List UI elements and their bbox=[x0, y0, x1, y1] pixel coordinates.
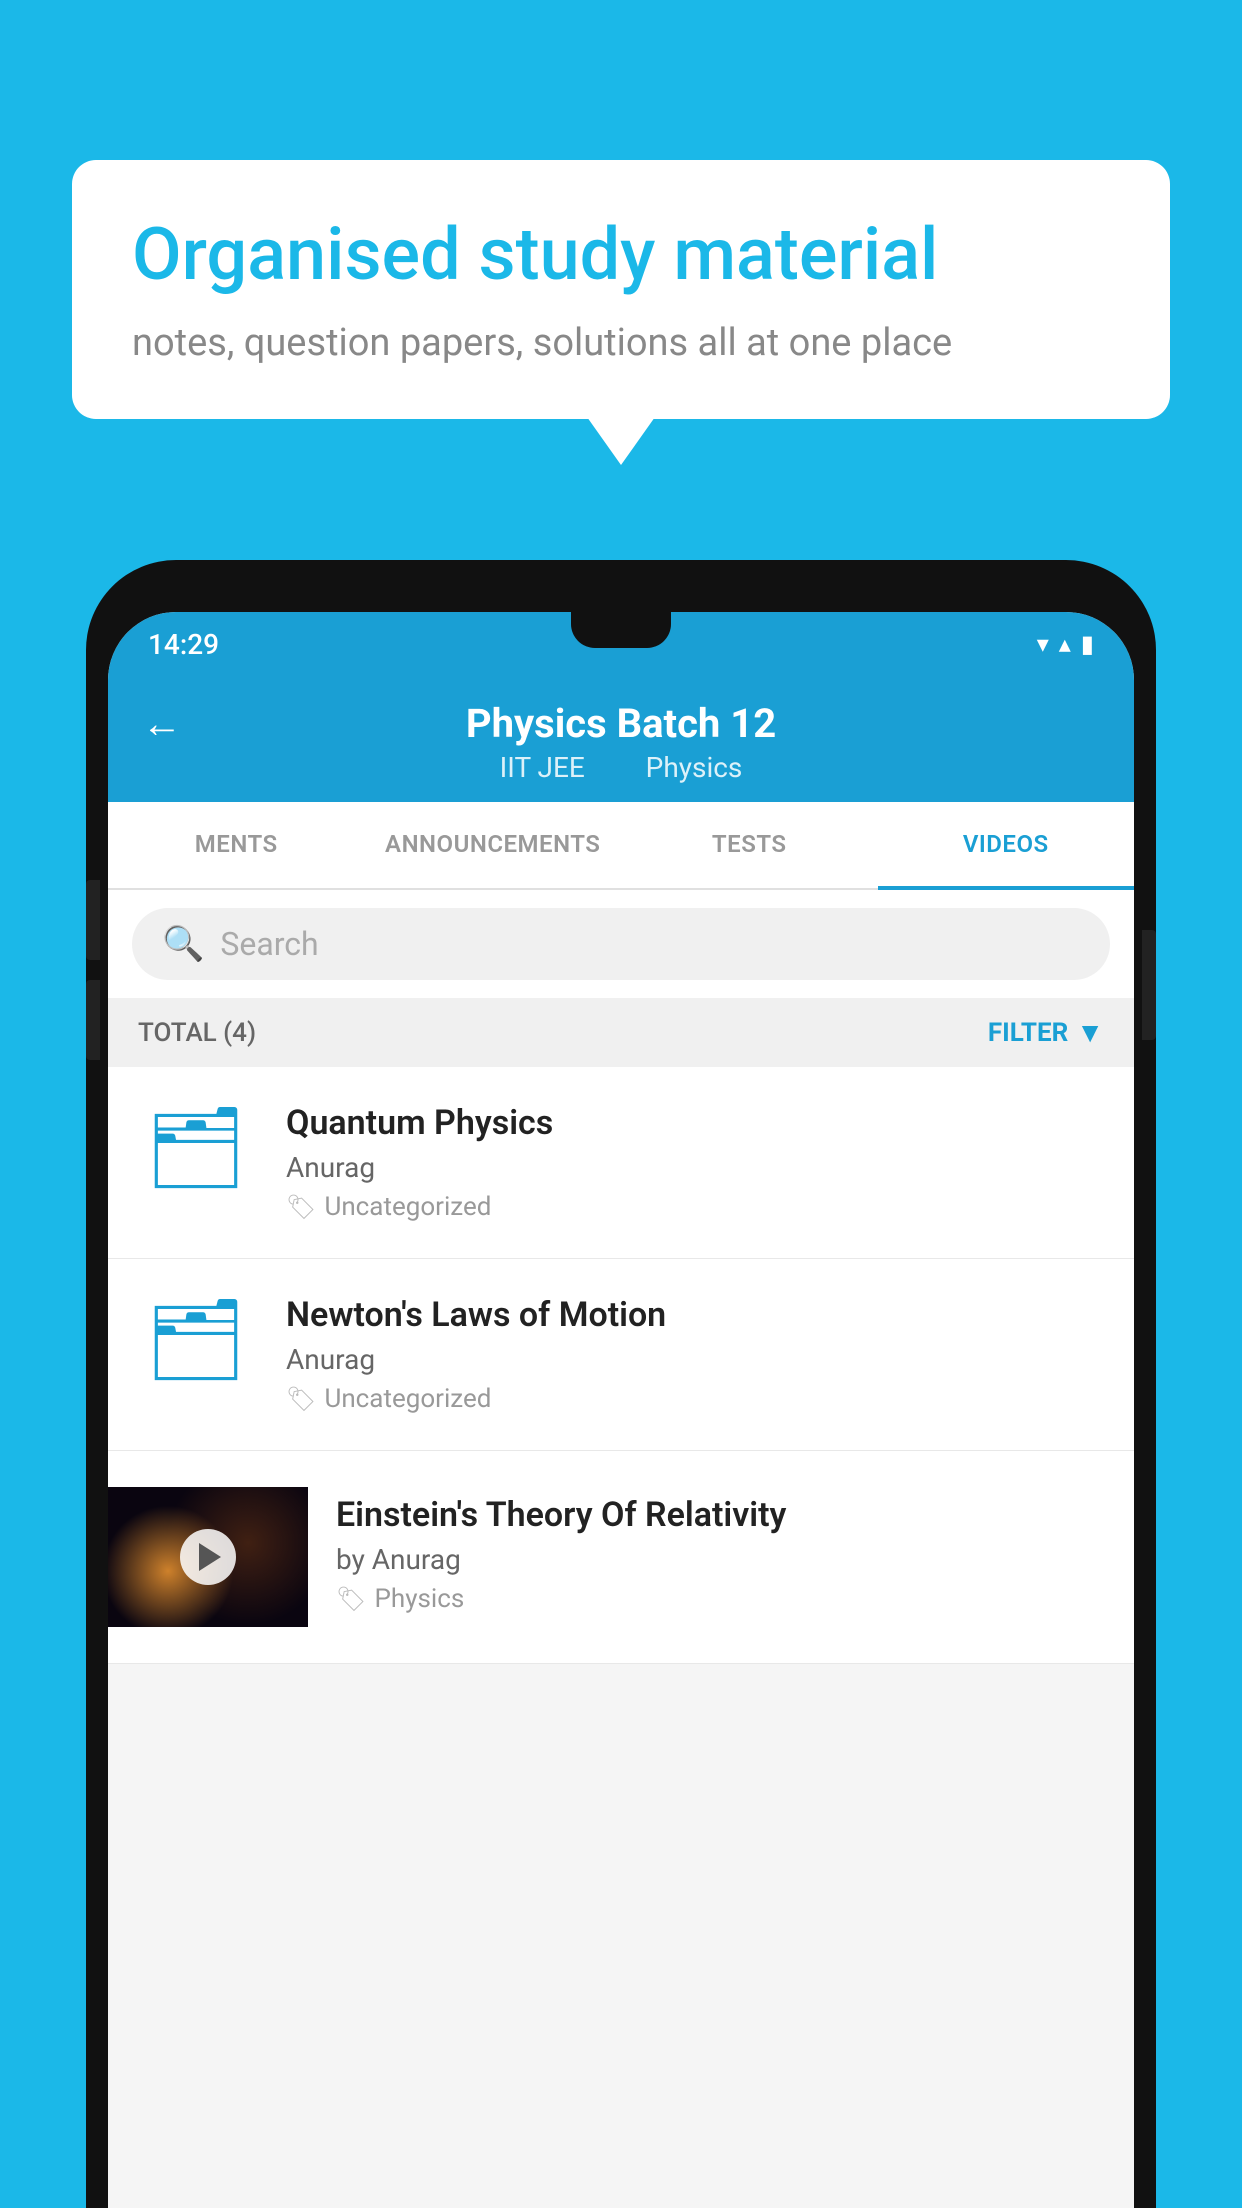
video-thumbnail: 🗂 bbox=[136, 1295, 256, 1385]
tag-icon: 🏷 bbox=[336, 1585, 366, 1613]
subtitle-physics: Physics bbox=[646, 751, 743, 784]
play-icon bbox=[199, 1543, 221, 1571]
tag-label: Uncategorized bbox=[324, 1192, 491, 1222]
search-input[interactable]: Search bbox=[220, 925, 318, 963]
video-title: Einstein's Theory Of Relativity bbox=[336, 1495, 1106, 1535]
video-author: Anurag bbox=[286, 1151, 1106, 1184]
tab-videos[interactable]: VIDEOS bbox=[878, 802, 1135, 890]
tag-label: Physics bbox=[374, 1584, 464, 1614]
tab-announcements[interactable]: ANNOUNCEMENTS bbox=[365, 802, 622, 888]
tag-icon: 🏷 bbox=[286, 1385, 316, 1413]
video-info: Newton's Laws of Motion Anurag 🏷 Uncateg… bbox=[286, 1295, 1106, 1414]
header-title: Physics Batch 12 bbox=[466, 700, 776, 747]
tag-label: Uncategorized bbox=[324, 1384, 491, 1414]
filter-label: FILTER bbox=[988, 1018, 1068, 1048]
signal-icon: ▴ bbox=[1059, 630, 1071, 658]
folder-icon: 🗂 bbox=[145, 1101, 247, 1195]
search-icon: 🔍 bbox=[162, 924, 204, 964]
subtitle-sep bbox=[612, 751, 626, 784]
volume-down-button[interactable] bbox=[86, 980, 100, 1060]
search-bar[interactable]: 🔍 Search bbox=[132, 908, 1110, 980]
play-button[interactable] bbox=[180, 1529, 236, 1585]
subtitle-iitjee: IIT JEE bbox=[500, 751, 585, 784]
bubble-subtext: notes, question papers, solutions all at… bbox=[132, 321, 1110, 365]
video-info: Quantum Physics Anurag 🏷 Uncategorized bbox=[286, 1103, 1106, 1222]
video-thumbnail-image bbox=[108, 1487, 308, 1627]
tab-tests[interactable]: TESTS bbox=[621, 802, 878, 888]
wifi-icon: ▾ bbox=[1037, 630, 1049, 658]
status-time: 14:29 bbox=[148, 628, 219, 661]
video-tag: 🏷 Physics bbox=[336, 1584, 1106, 1614]
video-title: Quantum Physics bbox=[286, 1103, 1106, 1143]
video-thumbnail: 🗂 bbox=[136, 1103, 256, 1193]
video-tag: 🏷 Uncategorized bbox=[286, 1192, 1106, 1222]
video-list: 🗂 Quantum Physics Anurag 🏷 Uncategorized… bbox=[108, 1067, 1134, 1664]
video-info: Einstein's Theory Of Relativity by Anura… bbox=[308, 1487, 1134, 1622]
volume-up-button[interactable] bbox=[86, 880, 100, 960]
app-header: ← Physics Batch 12 IIT JEE Physics bbox=[108, 676, 1134, 802]
list-item[interactable]: Einstein's Theory Of Relativity by Anura… bbox=[108, 1451, 1134, 1664]
tab-ments[interactable]: MENTS bbox=[108, 802, 365, 888]
filter-bar: TOTAL (4) FILTER ▼ bbox=[108, 998, 1134, 1067]
power-button[interactable] bbox=[1142, 930, 1156, 1040]
search-container: 🔍 Search bbox=[108, 890, 1134, 998]
video-author: Anurag bbox=[286, 1343, 1106, 1376]
battery-icon: ▮ bbox=[1081, 630, 1094, 658]
camera-notch bbox=[571, 612, 671, 648]
status-icons: ▾ ▴ ▮ bbox=[1037, 630, 1094, 658]
video-tag: 🏷 Uncategorized bbox=[286, 1384, 1106, 1414]
filter-icon: ▼ bbox=[1076, 1016, 1104, 1049]
list-item[interactable]: 🗂 Newton's Laws of Motion Anurag 🏷 Uncat… bbox=[108, 1259, 1134, 1451]
total-count: TOTAL (4) bbox=[138, 1018, 256, 1048]
list-item[interactable]: 🗂 Quantum Physics Anurag 🏷 Uncategorized bbox=[108, 1067, 1134, 1259]
video-author: by Anurag bbox=[336, 1543, 1106, 1576]
phone-screen: 14:29 ▾ ▴ ▮ ← Physics Batch 12 IIT JEE P… bbox=[108, 612, 1134, 2208]
tabs: MENTS ANNOUNCEMENTS TESTS VIDEOS bbox=[108, 802, 1134, 890]
speech-bubble: Organised study material notes, question… bbox=[72, 160, 1170, 419]
video-title: Newton's Laws of Motion bbox=[286, 1295, 1106, 1335]
folder-icon: 🗂 bbox=[145, 1293, 247, 1387]
bubble-heading: Organised study material bbox=[132, 214, 1110, 297]
tag-icon: 🏷 bbox=[286, 1193, 316, 1221]
filter-button[interactable]: FILTER ▼ bbox=[988, 1016, 1104, 1049]
header-subtitle: IIT JEE Physics bbox=[490, 751, 753, 784]
back-button[interactable]: ← bbox=[142, 700, 182, 747]
phone-frame: 14:29 ▾ ▴ ▮ ← Physics Batch 12 IIT JEE P… bbox=[86, 560, 1156, 2208]
